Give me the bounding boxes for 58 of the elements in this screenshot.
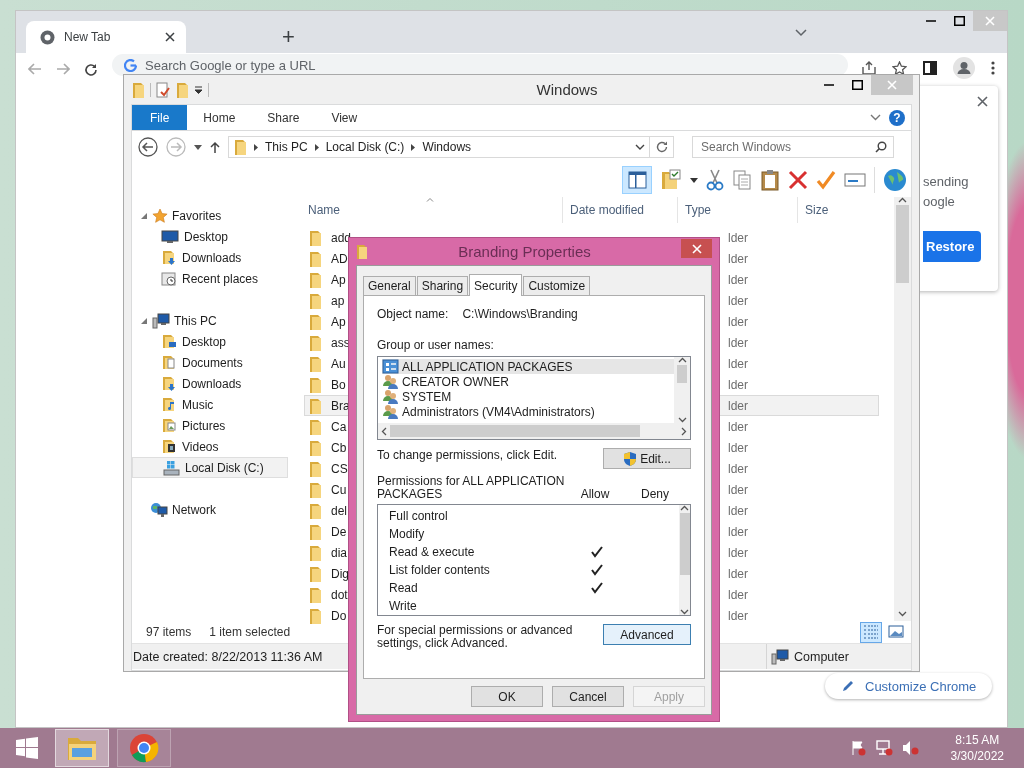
file-type: lder [728,293,749,308]
field-label: Group or user names: [377,338,495,352]
field-label: Permissions for ALL APPLICATION PACKAGES [377,475,566,501]
status-text: 97 items [146,625,192,639]
file-name: Dig [331,566,349,581]
window-title: Windows [535,81,599,98]
card-text: sending [923,173,970,191]
file-name: Cb [331,440,347,455]
details-text: Date created: 8/22/2013 11:36 AM [132,649,324,664]
file-type: lder [728,356,749,371]
file-type: lder [728,482,749,497]
file-type: lder [728,503,749,518]
file-name: CS [331,461,348,476]
field-value: C:\Windows\Branding [462,307,578,321]
file-type: lder [728,419,749,434]
permission-name: Read [389,581,419,595]
permission-name: Full control [389,509,449,523]
file-type: lder [728,251,749,266]
file-name: Au [331,356,346,371]
hint-text: For special permissions or advanced settings, click Advanced. [377,624,574,650]
file-name: Ap [331,314,346,329]
file-type: lder [728,545,749,560]
file-type: lder [728,377,749,392]
file-name: Bo [331,377,346,392]
location-text: Computer [794,649,849,664]
file-type: lder [728,398,749,413]
file-name: del [331,503,347,518]
tab-title: New Tab [64,30,112,44]
column-header: Deny [640,487,670,501]
permission-name: List folder contents [389,563,491,577]
file-name: AD [331,251,348,266]
file-type: lder [728,524,749,539]
hint-text: To change permissions, click Edit. [377,448,559,462]
file-name: Ca [331,419,347,434]
file-type: lder [728,440,749,455]
field-label: Object name: [377,307,449,321]
dialog-title: Branding Properties [457,243,592,260]
file-name: Do [331,608,347,623]
file-type: lder [728,272,749,287]
file-type: lder [728,230,749,245]
file-name: ap [331,293,345,308]
file-name: dia [331,545,347,560]
file-type: lder [728,314,749,329]
status-text: 1 item selected [209,625,291,639]
file-name: Cu [331,482,347,497]
permission-name: Read & execute [389,545,476,559]
permission-name: Modify [389,527,426,541]
file-name: Ap [331,272,346,287]
file-type: lder [728,587,749,602]
file-name: De [331,524,347,539]
file-type: lder [728,461,749,476]
file-type: lder [728,566,749,581]
column-header: Allow [579,487,611,501]
permission-name: Write [389,599,418,613]
card-text: oogle [923,193,956,211]
file-type: lder [728,608,749,623]
file-name: dot [331,587,348,602]
file-type: lder [728,335,749,350]
